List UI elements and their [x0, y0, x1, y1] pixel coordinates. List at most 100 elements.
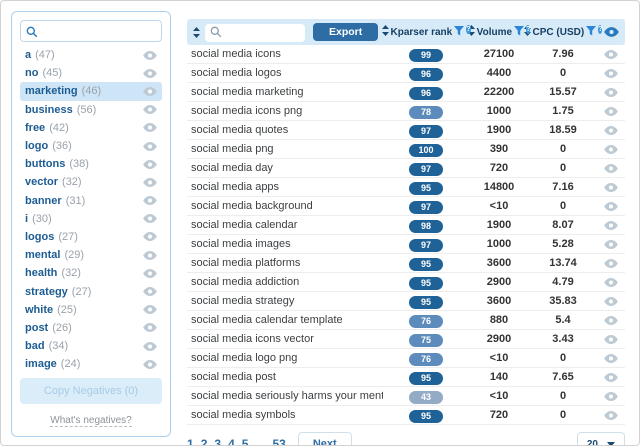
eye-icon[interactable] — [143, 177, 157, 187]
filter-funnel-icon[interactable] — [586, 25, 597, 39]
keyword-cell[interactable]: social media calendar template — [187, 314, 383, 326]
keyword-cell[interactable]: social media quotes — [187, 124, 383, 136]
eye-icon[interactable] — [597, 315, 625, 325]
page-size-dropdown[interactable]: 20 — [576, 431, 625, 445]
eye-icon[interactable] — [143, 105, 157, 115]
eye-icon[interactable] — [143, 50, 157, 60]
keyword-cell[interactable]: social media strategy — [187, 295, 383, 307]
sidebar-item-buttons[interactable]: buttons (38) — [20, 155, 162, 173]
copy-negatives-button[interactable]: Copy Negatives (0) — [20, 378, 162, 404]
eye-icon[interactable] — [597, 125, 625, 135]
keyword-cell[interactable]: social media day — [187, 162, 383, 174]
eye-icon[interactable] — [143, 68, 157, 78]
eye-icon[interactable] — [143, 287, 157, 297]
sidebar-item-mental[interactable]: mental (29) — [20, 246, 162, 264]
sidebar-item-banner[interactable]: banner (31) — [20, 192, 162, 210]
keyword-cell[interactable]: social media platforms — [187, 257, 383, 269]
eye-icon[interactable] — [597, 163, 625, 173]
next-page-button[interactable]: Next — [297, 431, 352, 445]
eye-icon[interactable] — [597, 391, 625, 401]
column-header-cpc[interactable]: CPC (USD) ? — [523, 24, 603, 39]
eye-icon[interactable] — [597, 296, 625, 306]
sidebar-item-vector[interactable]: vector (32) — [20, 173, 162, 191]
eye-icon[interactable] — [597, 277, 625, 287]
sidebar-item-logos[interactable]: logos (27) — [20, 228, 162, 246]
eye-icon[interactable] — [143, 250, 157, 260]
keyword-cell[interactable]: social media background — [187, 200, 383, 212]
eye-icon[interactable] — [143, 341, 157, 351]
sidebar-item-post[interactable]: post (26) — [20, 319, 162, 337]
keyword-cell[interactable]: social media logo png — [187, 352, 383, 364]
sort-keywords-icon[interactable] — [193, 26, 200, 38]
sidebar-item-free[interactable]: free (42) — [20, 119, 162, 137]
eye-icon[interactable] — [597, 182, 625, 192]
eye-icon[interactable] — [143, 323, 157, 333]
eye-icon[interactable] — [143, 86, 157, 96]
eye-icon[interactable] — [143, 159, 157, 169]
eye-icon[interactable] — [597, 68, 625, 78]
keyword-cell[interactable]: social media calendar — [187, 219, 383, 231]
keyword-cell[interactable]: social media post — [187, 371, 383, 383]
sidebar-item-strategy[interactable]: strategy (27) — [20, 282, 162, 300]
keyword-cell[interactable]: social media addiction — [187, 276, 383, 288]
eye-icon[interactable] — [143, 232, 157, 242]
eye-icon[interactable] — [143, 141, 157, 151]
keyword-cell[interactable]: social media marketing — [187, 86, 383, 98]
column-header-kparser-rank[interactable]: Kparser rank ? — [381, 24, 471, 39]
page-link-53[interactable]: 53 — [272, 437, 285, 445]
eye-icon[interactable] — [597, 87, 625, 97]
eye-icon[interactable] — [597, 201, 625, 211]
keyword-cell[interactable]: social media icons png — [187, 105, 383, 117]
keyword-cell[interactable]: social media icons vector — [187, 333, 383, 345]
sidebar-item-no[interactable]: no (45) — [20, 64, 162, 82]
sidebar-item-health[interactable]: health (32) — [20, 264, 162, 282]
sidebar-search-input[interactable] — [20, 20, 162, 42]
eye-icon[interactable] — [597, 353, 625, 363]
help-icon[interactable]: ? — [598, 24, 603, 34]
filter-funnel-icon[interactable] — [454, 25, 465, 39]
eye-icon[interactable] — [597, 372, 625, 382]
sidebar-item-bad[interactable]: bad (34) — [20, 337, 162, 355]
keyword-cell[interactable]: social media symbols — [187, 409, 383, 421]
volume-cell: <10 — [489, 200, 509, 212]
eye-icon[interactable] — [597, 239, 625, 249]
eye-icon[interactable] — [597, 334, 625, 344]
page-link-1[interactable]: 1 — [187, 437, 194, 446]
keyword-cell[interactable]: social media apps — [187, 181, 383, 193]
sidebar-item-marketing[interactable]: marketing (46) — [20, 82, 162, 101]
sidebar-item-business[interactable]: business (56) — [20, 101, 162, 119]
eye-icon[interactable] — [143, 214, 157, 224]
sort-icon[interactable] — [381, 25, 389, 39]
sidebar-item-a[interactable]: a (47) — [20, 46, 162, 64]
page-link-2[interactable]: 2 — [201, 437, 208, 445]
keyword-cell[interactable]: social media png — [187, 143, 383, 155]
keyword-cell[interactable]: social media icons — [187, 48, 383, 60]
keyword-cell[interactable]: social media seriously harms your mental… — [187, 390, 383, 402]
eye-icon[interactable] — [597, 410, 625, 420]
page-link-3[interactable]: 3 — [214, 437, 221, 445]
keyword-cell[interactable]: social media logos — [187, 67, 383, 79]
eye-icon[interactable] — [597, 106, 625, 116]
help-icon[interactable]: ? — [526, 24, 531, 34]
eye-icon[interactable] — [143, 268, 157, 278]
eye-icon[interactable] — [143, 196, 157, 206]
eye-icon[interactable] — [597, 144, 625, 154]
page-link-4[interactable]: 4 — [228, 437, 235, 445]
eye-icon[interactable] — [597, 258, 625, 268]
sidebar-item-i[interactable]: i (30) — [20, 210, 162, 228]
eye-icon[interactable] — [143, 123, 157, 133]
export-button[interactable]: Export — [313, 23, 379, 41]
eye-icon[interactable] — [597, 220, 625, 230]
page-link-5[interactable]: 5 — [242, 437, 249, 445]
keyword-filter-label: vector — [25, 176, 59, 189]
whats-negatives-link[interactable]: What's negatives? — [50, 415, 132, 427]
sidebar-item-white[interactable]: white (25) — [20, 301, 162, 319]
column-header-volume[interactable]: Volume ? — [467, 24, 531, 39]
help-icon[interactable]: ? — [466, 24, 471, 34]
sidebar-item-logo[interactable]: logo (36) — [20, 137, 162, 155]
sidebar-item-image[interactable]: image (24) — [20, 355, 162, 373]
eye-icon[interactable] — [597, 49, 625, 59]
eye-icon[interactable] — [143, 305, 157, 315]
eye-icon[interactable] — [143, 359, 157, 369]
keyword-cell[interactable]: social media images — [187, 238, 383, 250]
